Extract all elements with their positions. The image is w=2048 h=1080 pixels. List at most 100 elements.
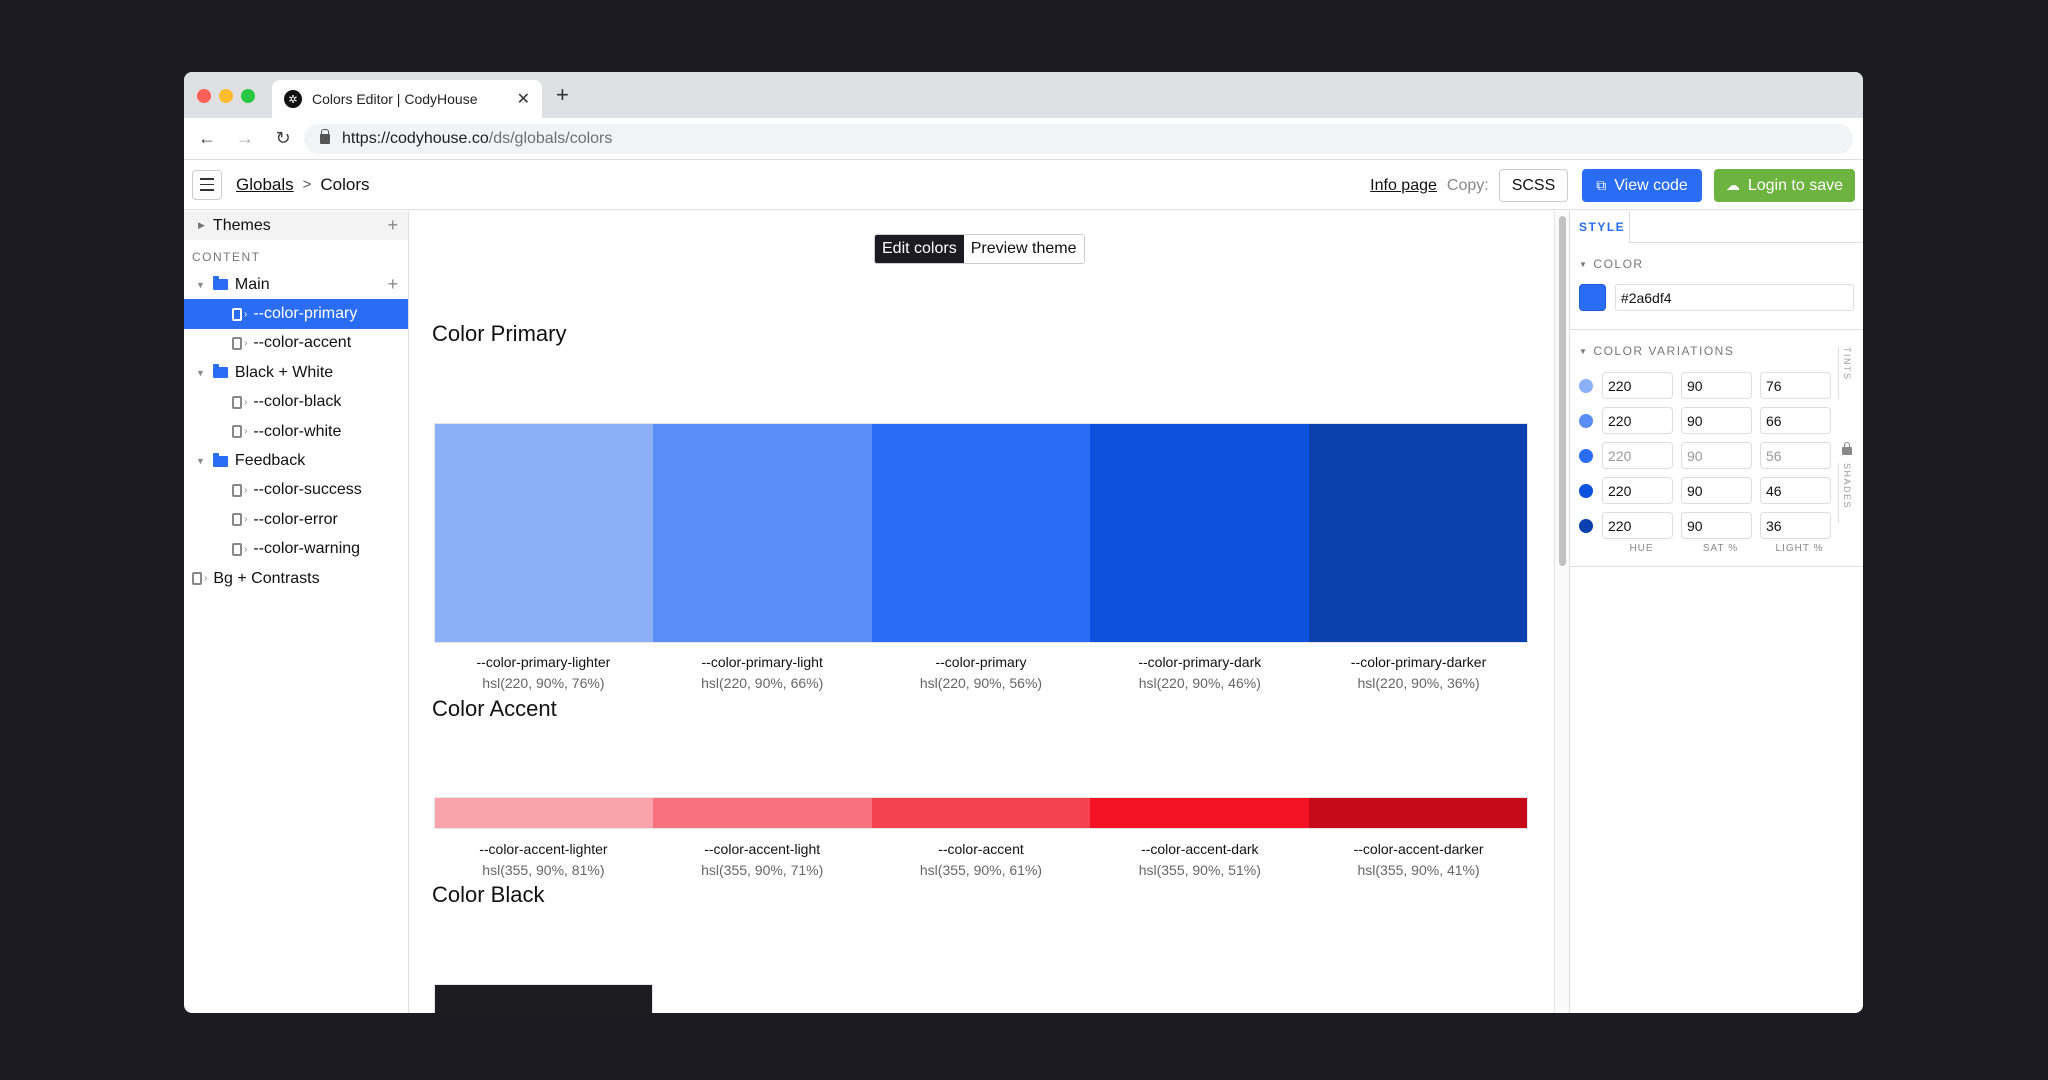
hamburger-icon-line: [200, 183, 214, 186]
color-swatch[interactable]: [1308, 798, 1528, 828]
color-swatch[interactable]: [1308, 424, 1528, 642]
saturation-input[interactable]: [1681, 442, 1752, 469]
saturation-input[interactable]: [1681, 372, 1752, 399]
add-theme-plus-icon[interactable]: +: [387, 215, 398, 236]
hex-color-input[interactable]: [1614, 284, 1854, 311]
info-page-link[interactable]: Info page: [1370, 177, 1437, 195]
hue-input[interactable]: [1602, 512, 1673, 539]
variations-section-title[interactable]: ▼ COLOR VARIATIONS: [1570, 344, 1863, 358]
caret-right-icon: ▶: [198, 220, 205, 230]
hue-input[interactable]: [1602, 407, 1673, 434]
color-swatch[interactable]: [871, 798, 1091, 828]
variation-color-dot: [1579, 413, 1593, 428]
maximize-window-button[interactable]: [241, 89, 255, 103]
swatch-row: [434, 984, 653, 1013]
hue-input[interactable]: [1602, 372, 1673, 399]
lightness-input[interactable]: [1760, 442, 1831, 469]
saturation-input[interactable]: [1681, 477, 1752, 504]
lightness-input[interactable]: [1760, 512, 1831, 539]
mode-toggle: Edit colors Preview theme: [874, 234, 1085, 264]
preview-theme-tab[interactable]: Preview theme: [963, 235, 1084, 263]
hamburger-icon-line: [200, 189, 214, 191]
lightness-input[interactable]: [1760, 477, 1831, 504]
hue-input[interactable]: [1602, 442, 1673, 469]
swatch-label: --color-primary-dark hsl(220, 90%, 46%): [1090, 654, 1309, 691]
breadcrumb-chevron-icon: >: [302, 176, 312, 193]
swatch-labels-row: --color-primary-lighter hsl(220, 90%, 76%…: [434, 654, 1528, 691]
external-link-icon: ⧉: [1596, 177, 1607, 193]
sidebar-item[interactable]: › --color-black: [184, 388, 408, 417]
menu-button[interactable]: [192, 169, 222, 200]
url-input[interactable]: https://codyhouse.co/ds/globals/colors: [304, 124, 1853, 154]
browser-window: ✲ Colors Editor | CodyHouse ✕ + ← → ↻ ht…: [184, 72, 1863, 1013]
color-swatch[interactable]: [653, 798, 872, 828]
color-swatch[interactable]: [435, 798, 654, 828]
content-section-label: CONTENT: [192, 250, 261, 264]
sidebar-item[interactable]: ▼ Feedback: [184, 446, 408, 475]
sidebar-item[interactable]: › --color-error: [184, 505, 408, 534]
caret-down-icon[interactable]: ▼: [196, 456, 205, 466]
sidebar-item[interactable]: › --color-success: [184, 476, 408, 505]
arrow-left-icon[interactable]: ←: [192, 128, 222, 149]
swatch-hsl-value: hsl(220, 90%, 46%): [1138, 675, 1261, 691]
swatch-label: --color-accent-light hsl(355, 90%, 71%): [653, 841, 872, 878]
variable-icon: [232, 542, 242, 556]
sidebar-item[interactable]: › --color-white: [184, 417, 408, 446]
swatch-variable-name: --color-accent-darker: [1353, 841, 1484, 857]
lock-icon[interactable]: [1842, 442, 1852, 455]
variations-section-label: COLOR VARIATIONS: [1593, 344, 1735, 358]
divider: [1570, 566, 1863, 567]
color-swatch[interactable]: [1090, 424, 1309, 642]
sidebar-item[interactable]: ▼ Main +: [184, 270, 408, 299]
variations-list: [1570, 368, 1863, 543]
header-actions: Info page Copy: SCSS ⧉ View code ☁ Login…: [1370, 169, 1855, 202]
main-scrollbar[interactable]: [1554, 211, 1570, 1013]
copy-scss-button[interactable]: SCSS: [1498, 169, 1569, 202]
close-icon[interactable]: ✕: [517, 89, 530, 109]
style-panel: STYLE ▼ COLOR ▼ COLOR VARIATIONS HUE SAT…: [1570, 211, 1863, 1013]
swatch-hsl-value: hsl(220, 90%, 76%): [482, 675, 605, 691]
plus-icon[interactable]: +: [556, 82, 569, 108]
color-swatch[interactable]: [1090, 798, 1309, 828]
color-swatch[interactable]: [653, 424, 872, 642]
edit-colors-tab[interactable]: Edit colors: [875, 235, 964, 263]
view-code-button[interactable]: ⧉ View code: [1582, 169, 1702, 202]
variation-row: [1570, 438, 1863, 473]
sidebar-item[interactable]: ▼ Black + White: [184, 358, 408, 387]
saturation-input[interactable]: [1681, 407, 1752, 434]
sidebar-item[interactable]: › Bg + Contrasts: [184, 564, 408, 593]
login-to-save-button[interactable]: ☁ Login to save: [1713, 169, 1855, 202]
color-swatch[interactable]: [871, 424, 1091, 642]
reload-icon[interactable]: ↻: [268, 128, 298, 149]
caret-down-icon[interactable]: ▼: [196, 280, 205, 290]
sidebar-item[interactable]: › --color-warning: [184, 535, 408, 564]
caret-down-icon[interactable]: ▼: [196, 368, 205, 378]
color-swatch[interactable]: [435, 424, 654, 642]
variable-arrow-icon: ›: [244, 484, 248, 496]
close-window-button[interactable]: [197, 89, 211, 103]
hue-input[interactable]: [1602, 477, 1673, 504]
color-swatch[interactable]: [435, 985, 652, 1013]
sidebar-themes[interactable]: ▶ Themes +: [184, 211, 408, 240]
minimize-window-button[interactable]: [219, 89, 233, 103]
add-item-plus-icon[interactable]: +: [387, 274, 398, 295]
color-chip[interactable]: [1579, 284, 1606, 311]
lightness-input[interactable]: [1760, 372, 1831, 399]
swatch-hsl-value: hsl(355, 90%, 51%): [1138, 862, 1261, 878]
variable-icon: [232, 307, 242, 321]
tints-label: TINTS: [1838, 347, 1852, 399]
swatch-variable-name: --color-accent-dark: [1141, 841, 1259, 857]
sidebar: ▶ Themes + CONTENT ▼ Main + › --color-primar…: [184, 211, 409, 1013]
sidebar-item[interactable]: › --color-accent: [184, 329, 408, 358]
scrollbar-thumb[interactable]: [1559, 216, 1566, 566]
breadcrumb-globals[interactable]: Globals: [236, 175, 294, 195]
lightness-input[interactable]: [1760, 407, 1831, 434]
arrow-right-icon[interactable]: →: [230, 128, 260, 149]
sidebar-item-label: Bg + Contrasts: [213, 569, 320, 587]
tab-style[interactable]: STYLE: [1570, 211, 1630, 243]
sidebar-item[interactable]: › --color-primary: [184, 299, 408, 329]
saturation-input[interactable]: [1681, 512, 1752, 539]
color-section-title[interactable]: ▼ COLOR: [1570, 257, 1863, 271]
sidebar-item-label: --color-accent: [253, 334, 352, 352]
browser-tab[interactable]: ✲ Colors Editor | CodyHouse ✕: [272, 80, 542, 118]
